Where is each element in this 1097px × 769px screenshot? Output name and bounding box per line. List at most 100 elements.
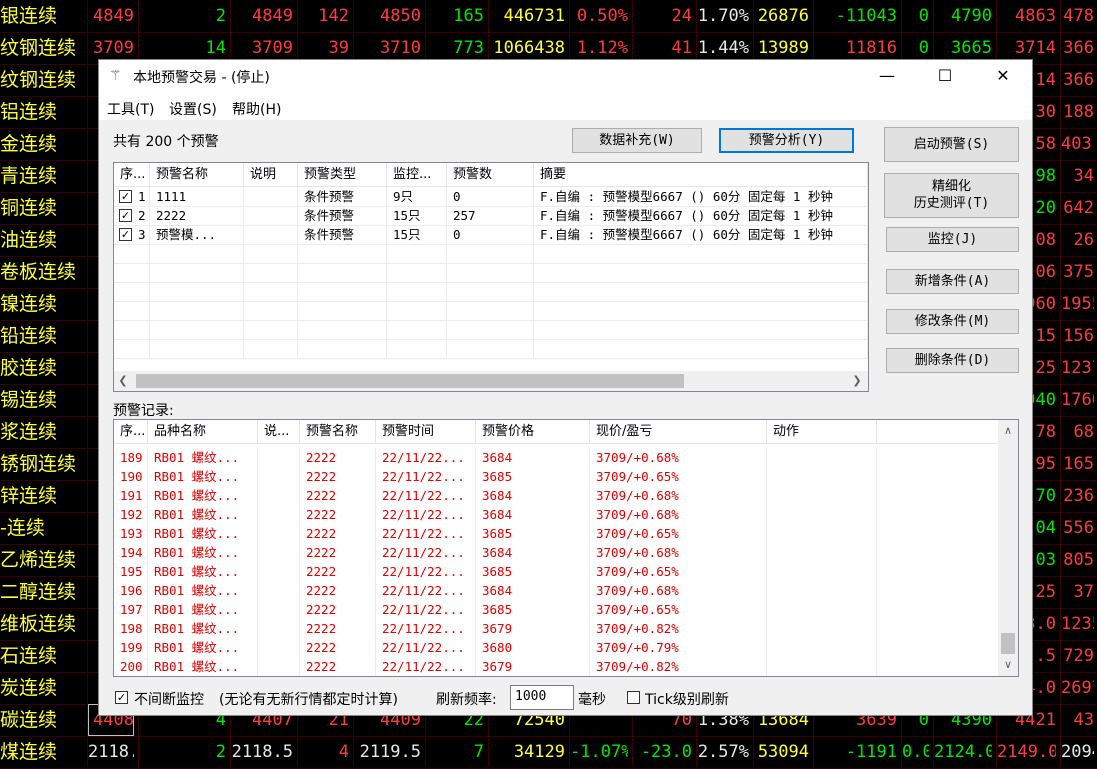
record-col-header[interactable]: 动作	[767, 420, 877, 443]
alert-hscrollbar[interactable]: ❮ ❯	[114, 371, 868, 391]
alert-cell	[150, 263, 244, 282]
alert-col-header[interactable]: 预警类型	[298, 163, 387, 186]
quote-cell: 188	[1063, 102, 1094, 122]
record-cell: 2222	[300, 486, 376, 505]
quote-row[interactable]: 银连续 4849 2 4849 142 4850 165 446731 0.50% 24 1.70%…	[0, 0, 1097, 33]
alert-cell	[387, 244, 447, 263]
alert-row[interactable]: ✓ 2 2222 条件预警 15只 257 F.自编 : 预警模型6667 () 60分 固…	[114, 206, 868, 226]
quote-row[interactable]: 煤连续2118.522118.542119.5734129-1.07%-23.0…	[0, 736, 1097, 769]
record-cell	[258, 619, 300, 638]
record-cell: 189	[114, 448, 148, 467]
alert-col-header[interactable]: 摘要	[534, 163, 868, 186]
minimize-button[interactable]: —	[858, 60, 916, 94]
record-row[interactable]: 195 RB01 螺纹... 2222 22/11/22... 3685 3709/+0.…	[114, 562, 998, 581]
refresh-rate-input[interactable]: 1000	[510, 685, 574, 710]
alert-row[interactable]	[114, 263, 868, 283]
record-col-header[interactable]: 预警价格	[476, 420, 590, 443]
record-col-header[interactable]: 品种名称	[148, 420, 258, 443]
quote-instrument-name: 胶连续	[0, 357, 58, 379]
record-col-header[interactable]: 现价/盈亏	[590, 420, 767, 443]
quote-instrument-name: 铅连续	[0, 325, 58, 347]
quote-instrument-name: 浆连续	[0, 421, 58, 443]
refine-evaluate-button[interactable]: 精细化 历史测评(T)	[884, 173, 1019, 218]
alert-list-grid[interactable]: 序... 预警名称 说明 预警类型 监控... 预警数 摘要 ❮ ❯ ✓ 1 1111 条件预警 9…	[113, 162, 869, 392]
record-row[interactable]: 192 RB01 螺纹... 2222 22/11/22... 3684 3709/+0.…	[114, 505, 998, 524]
alert-cell	[387, 320, 447, 339]
maximize-button[interactable]: ☐	[916, 60, 974, 94]
scroll-right-icon[interactable]: ❯	[848, 374, 866, 387]
quote-instrument-name: -连续	[0, 517, 45, 539]
record-cell: RB01 螺纹...	[148, 505, 258, 524]
alert-row[interactable]	[114, 301, 868, 321]
alert-cell: 预警模...	[150, 225, 244, 244]
record-col-header[interactable]: 预警时间	[376, 420, 476, 443]
menu-bar: 工具(T) 设置(S) 帮助(H)	[99, 94, 1032, 120]
alert-analysis-button[interactable]: 预警分析(Y)	[719, 128, 854, 153]
quote-cell: 26	[1073, 230, 1094, 250]
record-cell: 3709/+0.68%	[590, 486, 767, 505]
record-row[interactable]: 199 RB01 螺纹... 2222 22/11/22... 3680 3709/+0.…	[114, 638, 998, 657]
delete-condition-button[interactable]: 删除条件(D)	[886, 348, 1019, 373]
quote-cell: 1235	[1061, 614, 1094, 634]
alert-row[interactable]	[114, 282, 868, 302]
refine-line-2: 历史测评(T)	[913, 196, 990, 211]
alert-hscroll-thumb[interactable]	[136, 374, 684, 388]
continuous-monitor-checkbox[interactable]: ✓	[115, 691, 128, 704]
alert-row[interactable]: ✓ 1 1111 条件预警 9只 0 F.自编 : 预警模型6667 () 60分 固定每 …	[114, 187, 868, 207]
record-col-header[interactable]: 说...	[258, 420, 300, 443]
add-condition-button[interactable]: 新增条件(A)	[886, 269, 1019, 294]
scroll-left-icon[interactable]: ❮	[114, 374, 132, 387]
data-supplement-button[interactable]: 数据补充(W)	[572, 128, 702, 153]
alert-cell: 条件预警	[298, 187, 387, 206]
quote-cell: 446731	[503, 6, 565, 26]
menu-tools[interactable]: 工具(T)	[107, 99, 154, 119]
alert-record-grid[interactable]: 序... 品种名称 说... 预警名称 预警时间 预警价格 现价/盈亏 动作 ∧ ∨ 189 R…	[113, 419, 1019, 677]
alert-col-header[interactable]: 监控...	[387, 163, 447, 186]
record-cell: 3709/+0.79%	[590, 638, 767, 657]
alert-cell	[244, 263, 298, 282]
record-col-header[interactable]: 预警名称	[300, 420, 376, 443]
menu-settings[interactable]: 设置(S)	[169, 99, 217, 119]
scroll-up-icon[interactable]: ∧	[998, 424, 1018, 437]
record-row[interactable]: 198 RB01 螺纹... 2222 22/11/22... 3679 3709/+0.…	[114, 619, 998, 638]
menu-help[interactable]: 帮助(H)	[232, 99, 281, 119]
quote-cell: 0.50%	[576, 6, 628, 26]
start-alert-button[interactable]: 启动预警(S)	[884, 127, 1019, 162]
close-button[interactable]: ✕	[974, 60, 1032, 94]
record-row[interactable]: 194 RB01 螺纹... 2222 22/11/22... 3684 3709/+0.…	[114, 543, 998, 562]
record-cell: 3684	[476, 543, 590, 562]
alert-col-header[interactable]: 序...	[114, 163, 150, 186]
alert-col-header[interactable]: 预警数	[447, 163, 534, 186]
scroll-down-icon[interactable]: ∨	[998, 658, 1018, 671]
record-row[interactable]: 189 RB01 螺纹... 2222 22/11/22... 3684 3709/+0.…	[114, 448, 998, 467]
record-row[interactable]: 193 RB01 螺纹... 2222 22/11/22... 3685 3709/+0.…	[114, 524, 998, 543]
tick-refresh-checkbox[interactable]	[627, 691, 640, 704]
record-row[interactable]: 200 RB01 螺纹... 2222 22/11/22... 3679 3709/+0.…	[114, 657, 998, 676]
alert-row[interactable]	[114, 320, 868, 340]
record-row[interactable]: 197 RB01 螺纹... 2222 22/11/22... 3685 3709/+0.…	[114, 600, 998, 619]
alert-col-header[interactable]: 说明	[244, 163, 298, 186]
alert-row[interactable]	[114, 244, 868, 264]
record-vscrollbar[interactable]: ∧ ∨	[998, 420, 1018, 676]
alert-row[interactable]: ✓ 3 预警模... 条件预警 15只 0 F.自编 : 预警模型6667 () 60分 固…	[114, 225, 868, 245]
record-vscroll-thumb[interactable]	[1001, 633, 1015, 654]
alert-cell	[150, 282, 244, 301]
record-row[interactable]: 196 RB01 螺纹... 2222 22/11/22... 3684 3709/+0.…	[114, 581, 998, 600]
modify-condition-button[interactable]: 修改条件(M)	[886, 309, 1019, 334]
alert-cell	[244, 206, 298, 225]
record-cell: 2222	[300, 524, 376, 543]
record-cell: 193	[114, 524, 148, 543]
alert-cell: 257	[447, 206, 534, 225]
record-row[interactable]: 190 RB01 螺纹... 2222 22/11/22... 3685 3709/+0.…	[114, 467, 998, 486]
alert-col-header[interactable]: 预警名称	[150, 163, 244, 186]
record-cell: 199	[114, 638, 148, 657]
title-bar[interactable]: ⚚ 本地预警交易 - (停止) — ☐ ✕	[99, 60, 1032, 94]
record-cell: 191	[114, 486, 148, 505]
record-cell: 3684	[476, 505, 590, 524]
record-cell	[258, 600, 300, 619]
record-row[interactable]: 191 RB01 螺纹... 2222 22/11/22... 3684 3709/+0.…	[114, 486, 998, 505]
record-col-header[interactable]: 序...	[114, 420, 148, 443]
monitor-button[interactable]: 监控(J)	[886, 227, 1019, 252]
alert-row[interactable]	[114, 339, 868, 359]
quote-cell: 24	[671, 6, 692, 26]
